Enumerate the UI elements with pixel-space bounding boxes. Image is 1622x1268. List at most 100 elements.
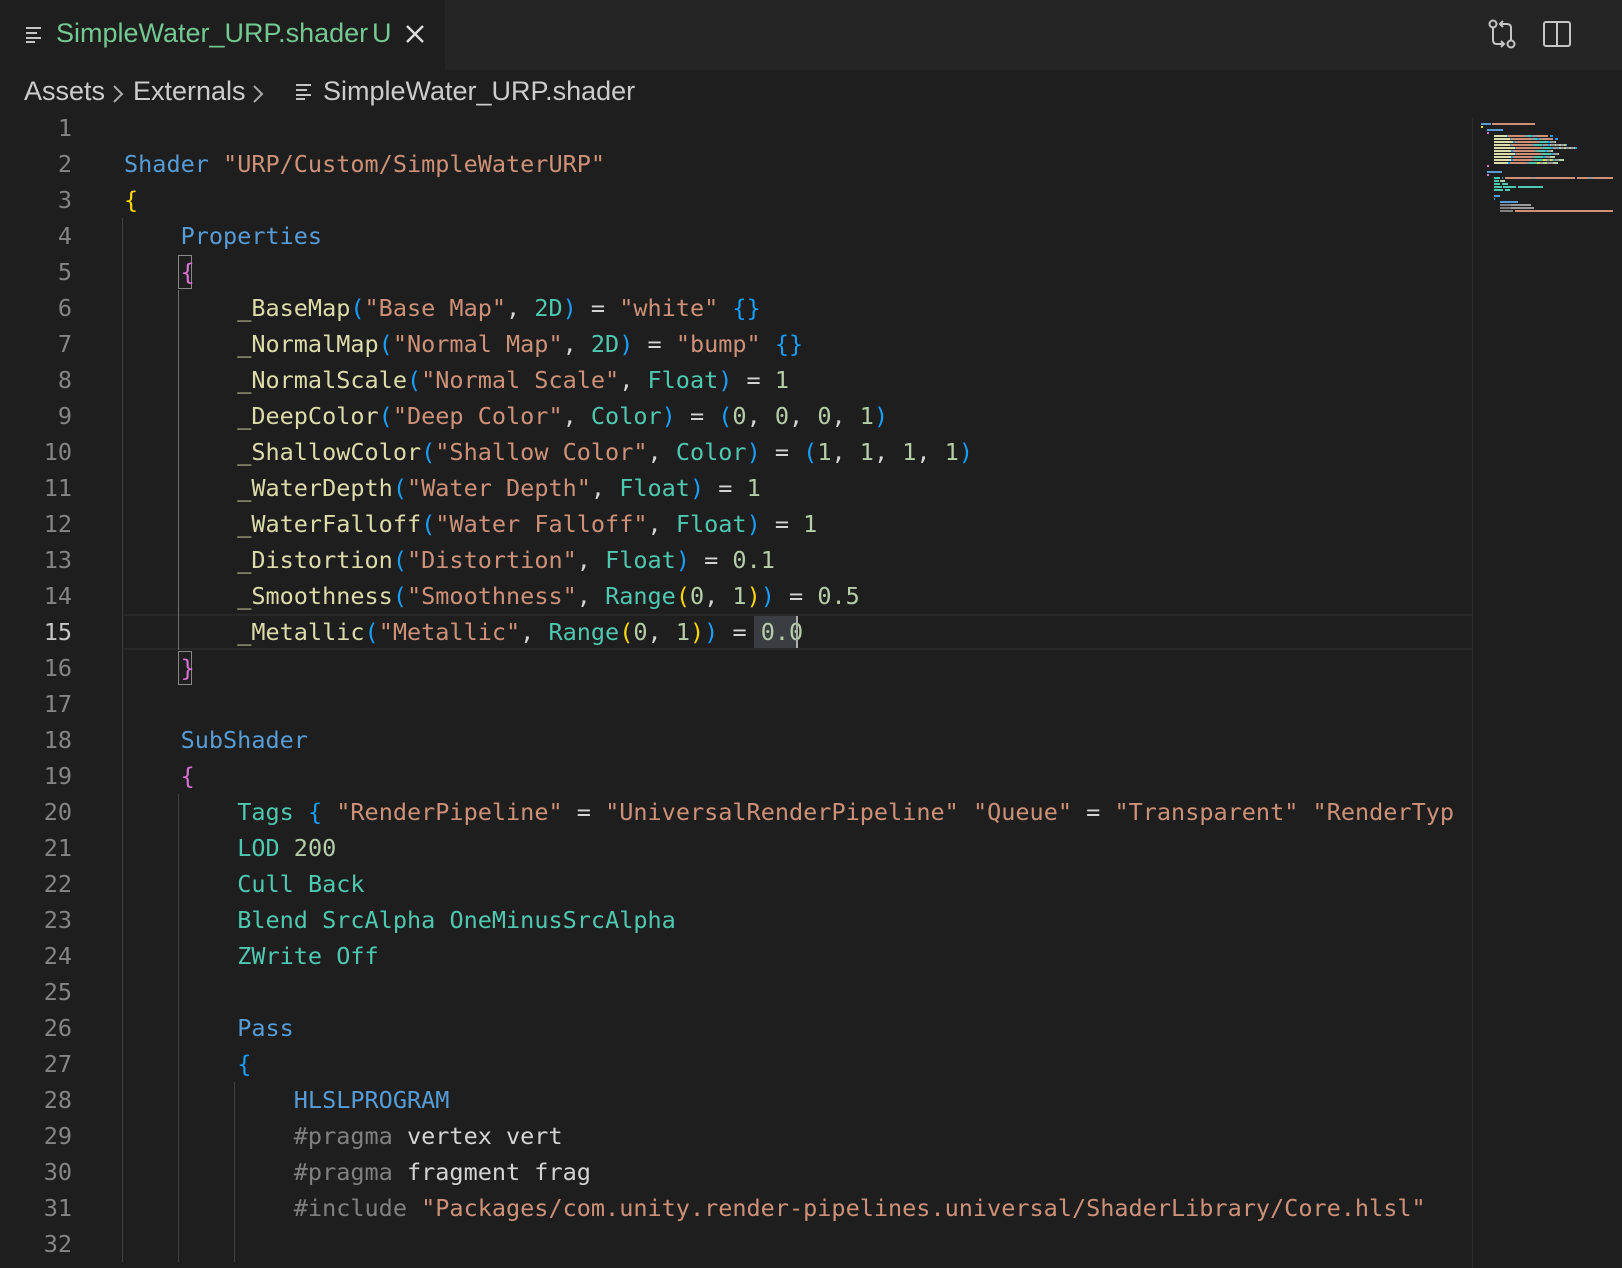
code-line[interactable]: Cull Back [124, 866, 1472, 902]
code-line[interactable]: Blend SrcAlpha OneMinusSrcAlpha [124, 902, 1472, 938]
code-line[interactable]: _WaterFalloff("Water Falloff", Float) = … [124, 506, 1472, 542]
line-number: 13 [43, 546, 72, 574]
code-line[interactable]: _Metallic("Metallic", Range(0, 1)) = 0.0 [124, 614, 1472, 650]
code-line[interactable]: #include "Packages/com.unity.render-pipe… [124, 1190, 1472, 1226]
line-number: 32 [43, 1230, 72, 1258]
line-number: 8 [57, 366, 72, 394]
code-line[interactable] [124, 686, 1472, 722]
code-line[interactable] [124, 974, 1472, 1010]
minimap-line [1501, 183, 1509, 185]
line-number: 7 [57, 330, 72, 358]
code-line[interactable]: _WaterDepth("Water Depth", Float) = 1 [124, 470, 1472, 506]
open-changes-icon[interactable] [1487, 18, 1517, 55]
minimap-line [1543, 153, 1552, 155]
code-line[interactable]: #pragma fragment frag [124, 1154, 1472, 1190]
code-token: ( [392, 474, 407, 502]
code-token: = [675, 402, 719, 430]
code-token: , [506, 294, 535, 322]
code-token: "Distortion" [406, 546, 577, 574]
split-editor-icon[interactable] [1542, 18, 1572, 55]
code-token: { [124, 186, 139, 214]
code-line[interactable]: _Distortion("Distortion", Float) = 0.1 [124, 542, 1472, 578]
code-line[interactable]: Properties [124, 218, 1472, 254]
code-token: ) [746, 510, 761, 538]
code-line[interactable]: { [124, 1046, 1472, 1082]
close-icon[interactable] [405, 24, 425, 49]
code-token: ) [689, 474, 705, 502]
code-line[interactable]: { [124, 758, 1472, 794]
code-token: ( [421, 510, 436, 538]
code-line[interactable]: ZWrite Off [124, 938, 1472, 974]
minimap-line [1511, 138, 1531, 140]
minimap-line [1500, 180, 1505, 182]
code-token: 2D [590, 330, 620, 358]
code-line[interactable] [124, 1226, 1472, 1262]
code-token: ( [406, 366, 422, 394]
code-line[interactable]: Shader "URP/Custom/SimpleWaterURP" [124, 146, 1472, 182]
breadcrumb-item-file[interactable]: SimpleWater_URP.shader [323, 76, 635, 107]
code-line[interactable]: HLSLPROGRAM [124, 1082, 1472, 1118]
minimap[interactable] [1472, 118, 1622, 1268]
code-line[interactable]: _ShallowColor("Shallow Color", Color) = … [124, 434, 1472, 470]
code-token: "Normal Map" [392, 330, 563, 358]
code-token: 1 [732, 582, 747, 610]
code-token: { [307, 798, 323, 826]
code-line[interactable]: _NormalScale("Normal Scale", Float) = 1 [124, 362, 1472, 398]
code-line[interactable]: { [124, 182, 1472, 218]
code-token: ( [803, 438, 818, 466]
code-line[interactable]: } [124, 650, 1472, 686]
breadcrumb-item-externals[interactable]: Externals [133, 76, 246, 107]
minimap-line [1493, 144, 1510, 146]
code-line[interactable]: Tags { "RenderPipeline" = "UniversalRend… [124, 794, 1472, 830]
code-area[interactable]: Shader "URP/Custom/SimpleWaterURP" { Prop… [122, 118, 1472, 1268]
code-line[interactable] [124, 118, 1472, 146]
code-token: ) [704, 618, 719, 646]
code-token: _DeepColor [237, 402, 379, 430]
code-token: "Water Depth" [406, 474, 591, 502]
code-line[interactable]: #pragma vertex vert [124, 1118, 1472, 1154]
code-token: ( [364, 618, 379, 646]
editor-tab[interactable]: SimpleWater_URP.shader U [0, 0, 445, 70]
minimap-line [1493, 177, 1501, 179]
code-token: "Deep Color" [392, 402, 563, 430]
breadcrumb-item-assets[interactable]: Assets [24, 76, 105, 107]
code-line[interactable]: { [124, 254, 1472, 290]
line-number: 4 [57, 222, 72, 250]
code-line[interactable]: LOD 200 [124, 830, 1472, 866]
code-token: "Packages/com.unity.render-pipelines.uni… [421, 1194, 1426, 1222]
code-token: HLSLPROGRAM [293, 1086, 450, 1114]
code-token: Color [590, 402, 662, 430]
line-number: 28 [43, 1086, 72, 1114]
code-token: ( [392, 582, 407, 610]
minimap-line [1505, 189, 1510, 191]
code-line[interactable]: _DeepColor("Deep Color", Color) = (0, 0,… [124, 398, 1472, 434]
code-line[interactable]: _NormalMap("Normal Map", 2D) = "bump" {} [124, 326, 1472, 362]
minimap-line [1593, 177, 1613, 179]
line-number: 9 [57, 402, 72, 430]
line-number: 2 [57, 150, 72, 178]
code-token: 1 [774, 366, 790, 394]
code-line[interactable]: _Smoothness("Smoothness", Range(0, 1)) =… [124, 578, 1472, 614]
minimap-line [1554, 141, 1557, 143]
code-line[interactable]: SubShader [124, 722, 1472, 758]
code-token: Back [307, 870, 365, 898]
code-token: Properties [180, 222, 323, 250]
chevron-right-icon [112, 84, 124, 109]
minimap-line [1537, 135, 1549, 137]
minimap-line [1511, 207, 1534, 209]
minimap-line [1540, 141, 1549, 143]
line-number: 29 [43, 1122, 72, 1150]
code-line[interactable]: Pass [124, 1010, 1472, 1046]
code-token: = [633, 330, 676, 358]
code-editor[interactable]: 1 2 3 4 5 6 7 8 9 10 11 12 13 14 15 16 17 18 19 20 21 22 23 24 2… [0, 118, 1472, 1268]
line-number-gutter: 1 2 3 4 5 6 7 8 9 10 11 12 13 14 15 16 17 18 19 20 21 22 23 24 2… [0, 118, 74, 1268]
code-line[interactable]: _BaseMap("Base Map", 2D) = "white" {} [124, 290, 1472, 326]
code-token: _WaterDepth [237, 474, 393, 502]
code-token: 1 [817, 438, 832, 466]
minimap-line [1487, 171, 1502, 173]
